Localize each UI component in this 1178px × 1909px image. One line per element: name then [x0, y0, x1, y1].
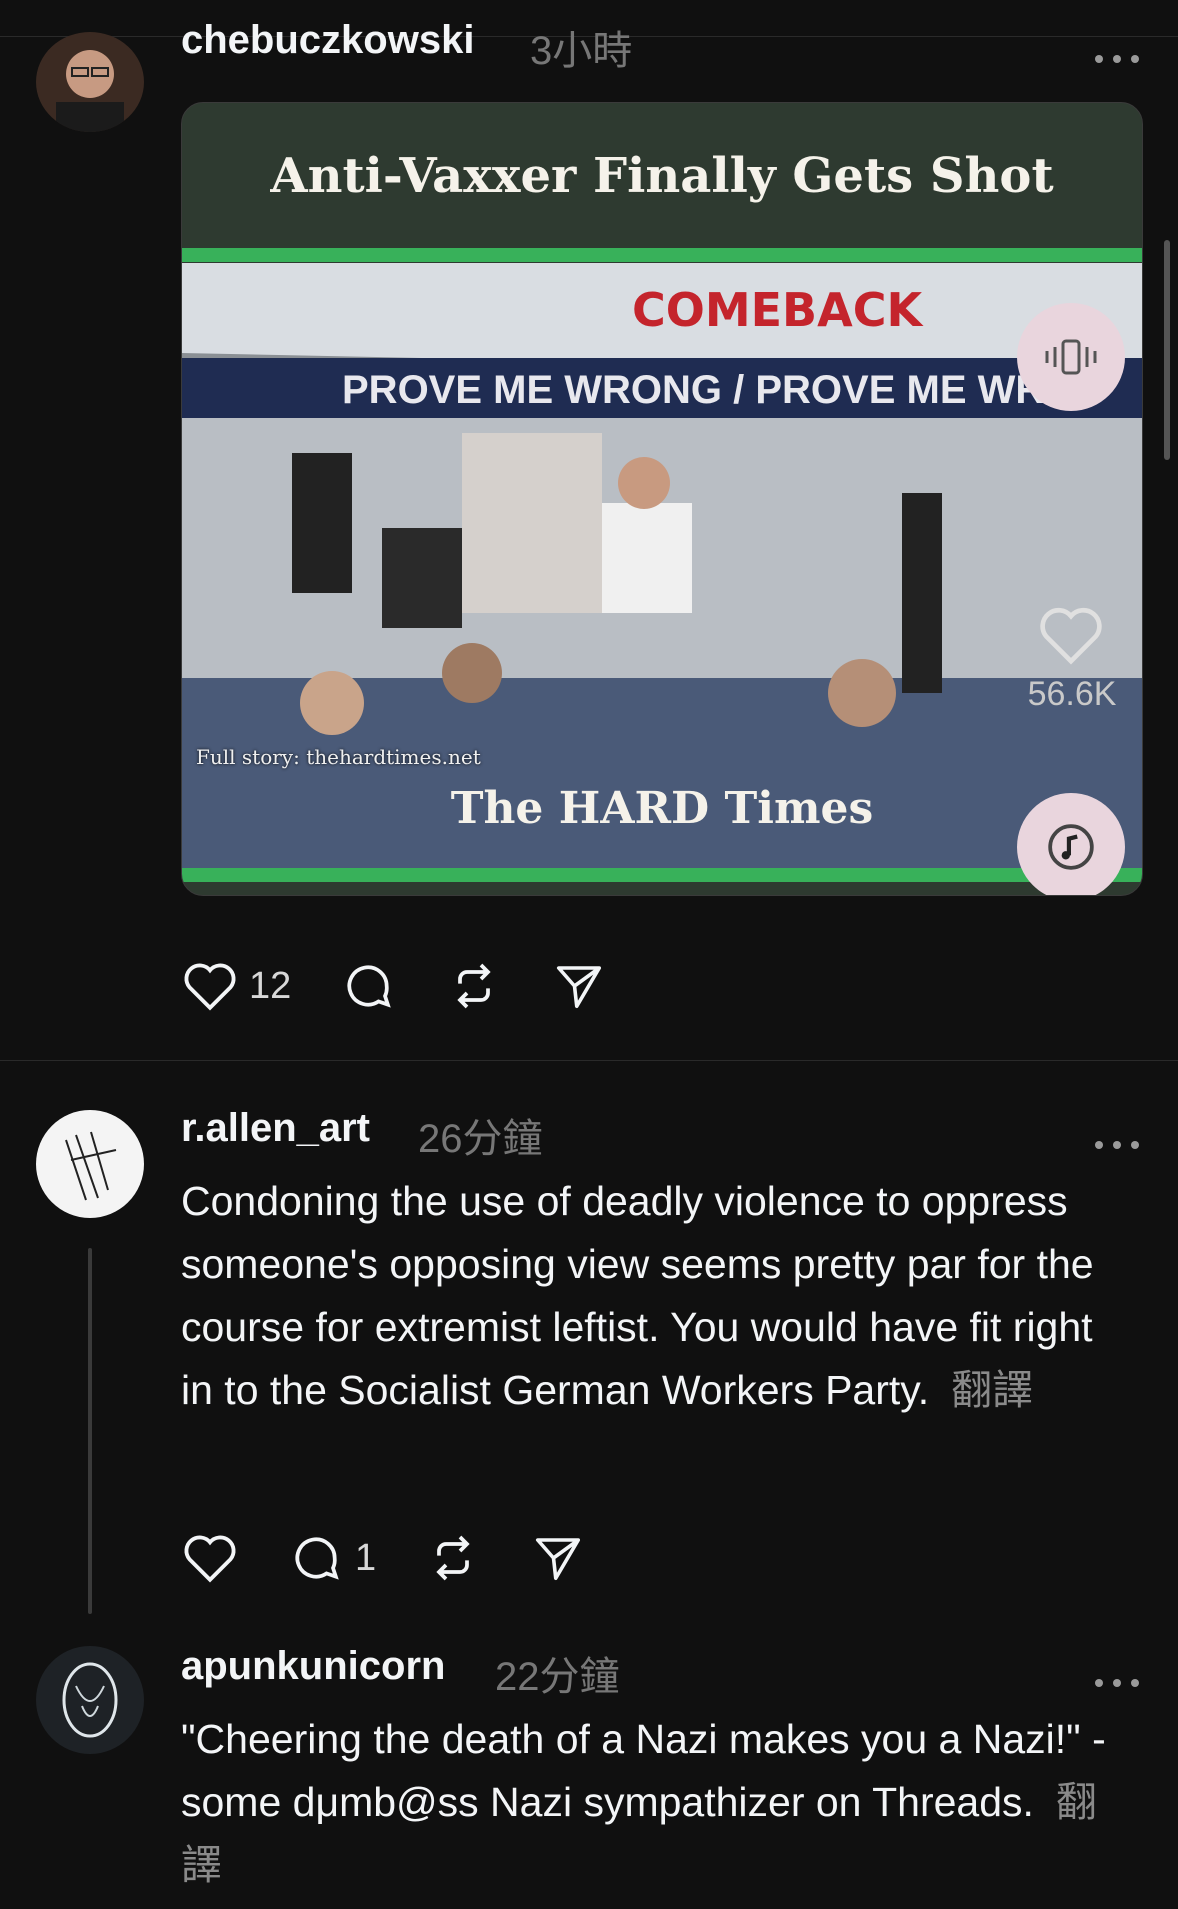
video-frame: COMEBACK PROVE ME WRONG / PROVE ME WRO F…	[182, 263, 1142, 868]
share-button[interactable]	[551, 959, 607, 1013]
heart-icon	[184, 1535, 236, 1583]
avatar[interactable]	[36, 32, 144, 132]
video-overlay-controls: 56.6K	[1002, 303, 1142, 895]
comment-icon	[347, 965, 392, 1008]
music-icon[interactable]	[1017, 793, 1125, 895]
more-options-icon[interactable]	[1090, 28, 1144, 73]
post-text: Condoning the use of deadly violence to …	[181, 1170, 1121, 1422]
like-button[interactable]: 12	[181, 959, 291, 1013]
more-options-icon[interactable]	[1090, 1652, 1144, 1697]
repost-icon	[457, 963, 491, 1009]
username[interactable]: r.allen_art	[181, 1106, 370, 1151]
like-count: 12	[249, 964, 292, 1007]
timestamp: 3小時	[530, 29, 633, 73]
post-divider	[0, 1060, 1178, 1061]
like-button[interactable]	[181, 1531, 239, 1585]
send-icon	[536, 1538, 581, 1581]
heart-icon	[184, 963, 236, 1011]
timestamp: 22分鐘	[495, 1655, 620, 1699]
scrollbar[interactable]	[1164, 240, 1170, 460]
send-icon	[557, 966, 602, 1009]
banner-text: PROVE ME WRONG / PROVE ME WRO	[342, 368, 1076, 412]
comment-icon	[295, 1537, 339, 1580]
reply-button[interactable]	[339, 958, 397, 1014]
translate-link[interactable]: 翻譯	[951, 1367, 1033, 1413]
share-button[interactable]	[530, 1531, 586, 1585]
green-bar-bottom	[182, 868, 1142, 882]
video-card[interactable]: Anti-Vaxxer Finally Gets Shot COMEBACK P…	[181, 102, 1143, 896]
green-bar-top	[182, 248, 1142, 262]
post-body: "Cheering the death of a Nazi makes you …	[181, 1716, 1106, 1825]
media-title: Anti-Vaxxer Finally Gets Shot	[270, 147, 1054, 204]
vibrate-icon[interactable]	[1017, 303, 1125, 411]
thread-line	[88, 1248, 92, 1614]
repost-icon	[436, 1535, 470, 1581]
overlay-like-count: 56.6K	[1027, 675, 1117, 713]
media-caption: Full story: thehardtimes.net	[196, 745, 481, 769]
overlay-heart-icon[interactable]	[1036, 603, 1106, 672]
post-actions: 1	[181, 1530, 634, 1586]
repost-button[interactable]	[445, 958, 503, 1014]
repost-button[interactable]	[424, 1530, 482, 1586]
timestamp: 26分鐘	[418, 1117, 543, 1161]
avatar[interactable]	[36, 1110, 144, 1218]
username[interactable]: chebuczkowski	[181, 18, 474, 63]
more-options-icon[interactable]	[1090, 1114, 1144, 1159]
username[interactable]: apunkunicorn	[181, 1644, 445, 1689]
post-text: "Cheering the death of a Nazi makes you …	[181, 1708, 1121, 1897]
avatar[interactable]	[36, 1646, 144, 1754]
reply-button[interactable]: 1	[287, 1530, 376, 1586]
reply-count: 1	[355, 1536, 377, 1579]
post-actions: 12	[181, 958, 655, 1014]
tent-sign: COMEBACK	[632, 283, 923, 337]
brand-logo: The HARD Times	[450, 783, 874, 834]
